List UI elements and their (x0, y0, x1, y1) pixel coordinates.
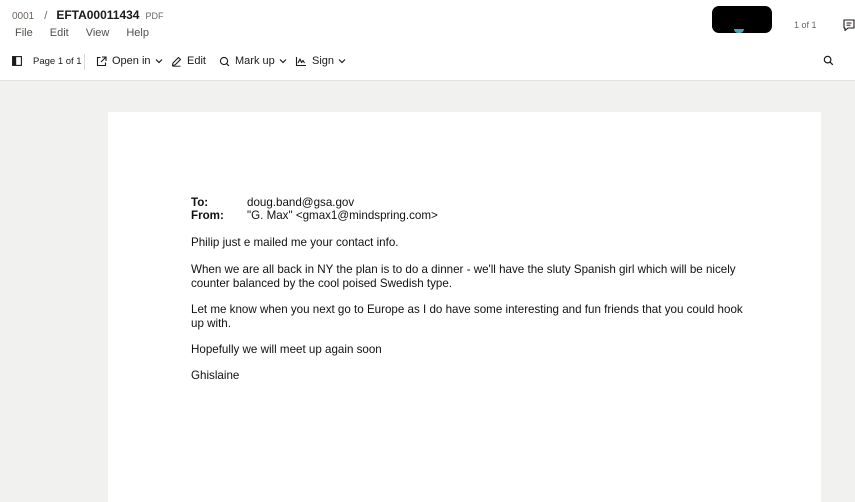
breadcrumb-separator: / (44, 10, 48, 22)
comment-icon[interactable] (843, 18, 855, 32)
email-from-value: "G. Max" <gmax1@mindspring.com> (247, 209, 438, 222)
pencil-icon (171, 56, 182, 67)
email-paragraph: When we are all back in NY the plan is t… (191, 263, 736, 290)
top-bar: 0001 / EFTA00011434 PDF File Edit View H… (0, 0, 855, 81)
file-type-label: PDF (145, 11, 164, 21)
mark-up-button[interactable]: Mark up (219, 55, 287, 67)
toolbar-divider (84, 54, 85, 70)
sign-button[interactable]: Sign (295, 55, 346, 67)
email-to-row: To: doug.band@gsa.gov (191, 196, 751, 209)
chevron-down-icon (155, 58, 163, 64)
sidebar-toggle-button[interactable] (12, 56, 22, 66)
toolbar: Page 1 of 1 Open in Edit Mark up Sign (0, 52, 855, 72)
edit-button[interactable]: Edit (171, 55, 206, 67)
mark-up-label: Mark up (235, 55, 275, 67)
menu-help[interactable]: Help (126, 27, 149, 39)
external-link-icon (96, 55, 107, 67)
page-counter: 1 of 1 (794, 20, 817, 30)
page-indicator: Page 1 of 1 (33, 56, 82, 67)
breadcrumb-folder[interactable]: 0001 (12, 11, 34, 22)
signature-icon (295, 56, 307, 67)
email-paragraph: Hopefully we will meet up again soon (191, 343, 382, 356)
email-to-label: To: (191, 196, 209, 209)
email-content: To: doug.band@gsa.gov From: "G. Max" <gm… (191, 196, 751, 383)
email-signature: Ghislaine (191, 369, 240, 382)
menu-bar: File Edit View Help (15, 27, 166, 39)
email-from-label: From: (191, 209, 224, 222)
sign-label: Sign (312, 55, 335, 67)
markup-pen-icon (219, 56, 230, 67)
open-in-button[interactable]: Open in (96, 55, 163, 67)
search-icon (823, 55, 834, 66)
email-from-row: From: "G. Max" <gmax1@mindspring.com> (191, 209, 751, 222)
chevron-down-icon (279, 58, 287, 64)
email-paragraph: Philip just e mailed me your contact inf… (191, 236, 399, 249)
search-button[interactable] (823, 55, 834, 66)
email-paragraph: Let me know when you next go to Europe a… (191, 303, 743, 330)
menu-file[interactable]: File (15, 27, 33, 39)
open-in-label: Open in (112, 55, 151, 67)
sidebar-toggle-icon (12, 56, 22, 66)
edit-label: Edit (187, 55, 206, 67)
breadcrumb: 0001 / EFTA00011434 PDF (12, 8, 163, 22)
file-name[interactable]: EFTA00011434 (56, 8, 139, 22)
chevron-down-icon (338, 58, 346, 64)
email-to-value: doug.band@gsa.gov (247, 196, 355, 209)
menu-view[interactable]: View (86, 27, 110, 39)
menu-edit[interactable]: Edit (50, 27, 69, 39)
